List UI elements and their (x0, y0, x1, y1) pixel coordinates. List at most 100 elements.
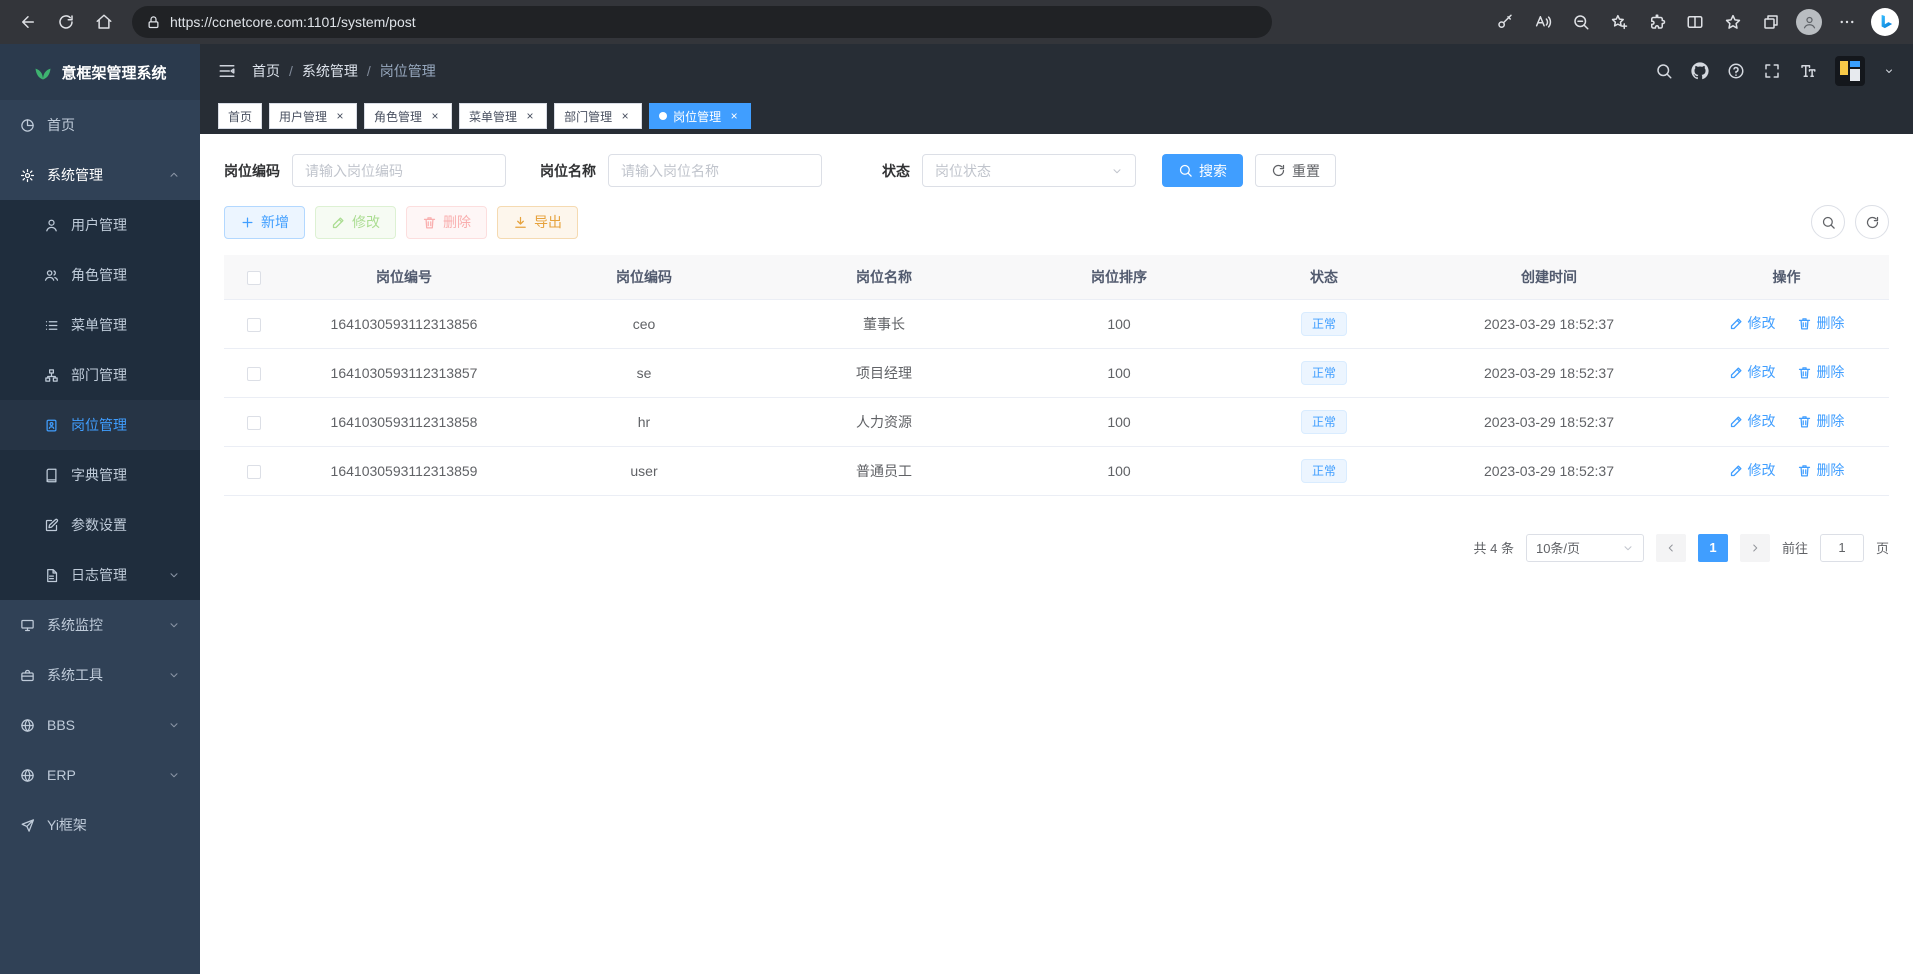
tab-close-icon[interactable]: × (618, 109, 632, 123)
sidebar-item-erp[interactable]: ERP (0, 750, 200, 800)
export-button[interactable]: 导出 (497, 206, 578, 239)
delete-button[interactable]: 删除 (406, 206, 487, 239)
header-search-button[interactable] (1655, 62, 1673, 80)
row-delete-link[interactable]: 删除 (1797, 362, 1844, 382)
row-delete-link[interactable]: 删除 (1797, 313, 1844, 333)
sidebar-collapse-button[interactable] (218, 62, 236, 80)
sidebar-item-home[interactable]: 首页 (0, 100, 200, 150)
sidebar-item-log-management[interactable]: 日志管理 (0, 550, 200, 600)
prev-page-button[interactable] (1656, 534, 1686, 562)
user-menu-caret[interactable] (1883, 65, 1895, 77)
tab-role-management[interactable]: 角色管理 × (364, 103, 452, 129)
table-row[interactable]: 1641030593112313859 user 普通员工 100 正常 202… (224, 446, 1889, 495)
row-checkbox[interactable] (247, 416, 261, 430)
row-edit-link[interactable]: 修改 (1729, 313, 1776, 333)
header-created-time: 创建时间 (1414, 255, 1684, 299)
row-edit-link[interactable]: 修改 (1729, 460, 1776, 480)
breadcrumb-home[interactable]: 首页 (252, 61, 280, 81)
sidebar-item-role-management[interactable]: 角色管理 (0, 250, 200, 300)
sidebar-item-system-tools[interactable]: 系统工具 (0, 650, 200, 700)
app-logo[interactable]: 意框架管理系统 (0, 44, 200, 100)
table-row[interactable]: 1641030593112313857 se 项目经理 100 正常 2023-… (224, 348, 1889, 397)
sidebar-item-post-management[interactable]: 岗位管理 (0, 400, 200, 450)
row-delete-link[interactable]: 删除 (1797, 411, 1844, 431)
sidebar-item-dept-management[interactable]: 部门管理 (0, 350, 200, 400)
tab-menu-management[interactable]: 菜单管理 × (459, 103, 547, 129)
sidebar-item-param-settings[interactable]: 参数设置 (0, 500, 200, 550)
tab-close-icon[interactable]: × (523, 109, 537, 123)
row-delete-link[interactable]: 删除 (1797, 460, 1844, 480)
extensions-button[interactable] (1639, 5, 1675, 39)
password-key-button[interactable] (1487, 5, 1523, 39)
user-menu[interactable] (1835, 56, 1865, 86)
split-screen-button[interactable] (1677, 5, 1713, 39)
browser-back-button[interactable] (10, 5, 46, 39)
breadcrumb: 首页 / 系统管理 / 岗位管理 (252, 61, 436, 81)
reset-button[interactable]: 重置 (1255, 154, 1336, 187)
add-button[interactable]: 新增 (224, 206, 305, 239)
help-button[interactable] (1727, 62, 1745, 80)
refresh-table-button[interactable] (1855, 205, 1889, 239)
tab-close-icon[interactable]: × (333, 109, 347, 123)
tab-label: 岗位管理 (673, 108, 721, 125)
sidebar-item-label: 首页 (47, 115, 75, 135)
tab-post-management[interactable]: 岗位管理 × (649, 103, 751, 129)
browser-home-button[interactable] (86, 5, 122, 39)
row-edit-link[interactable]: 修改 (1729, 411, 1776, 431)
post-name-input[interactable] (608, 154, 822, 187)
zoom-button[interactable] (1563, 5, 1599, 39)
search-button[interactable]: 搜索 (1162, 154, 1243, 187)
post-code-input[interactable] (292, 154, 506, 187)
collections-button[interactable] (1753, 5, 1789, 39)
page-size-select[interactable]: 10条/页 (1526, 534, 1644, 562)
sidebar-item-yi-framework[interactable]: Yi框架 (0, 800, 200, 850)
select-all-checkbox[interactable] (247, 271, 261, 285)
tab-close-icon[interactable]: × (727, 109, 741, 123)
fullscreen-button[interactable] (1763, 62, 1781, 80)
goto-page-input[interactable] (1820, 534, 1864, 562)
sidebar-item-bbs[interactable]: BBS (0, 700, 200, 750)
breadcrumb-system[interactable]: 系统管理 (302, 61, 358, 81)
status-select[interactable]: 岗位状态 (922, 154, 1136, 187)
status-badge: 正常 (1301, 361, 1347, 385)
favorite-page-button[interactable] (1601, 5, 1637, 39)
bing-button[interactable] (1867, 5, 1903, 39)
toggle-search-button[interactable] (1811, 205, 1845, 239)
app-title: 意框架管理系统 (61, 62, 166, 83)
tab-close-icon[interactable]: × (428, 109, 442, 123)
row-checkbox[interactable] (247, 465, 261, 479)
cell-post-name: 普通员工 (764, 446, 1004, 495)
table-row[interactable]: 1641030593112313858 hr 人力资源 100 正常 2023-… (224, 397, 1889, 446)
next-page-button[interactable] (1740, 534, 1770, 562)
sidebar: 意框架管理系统 首页 系统管理 用户管理 角色管理 (0, 44, 200, 974)
sidebar-item-dict-management[interactable]: 字典管理 (0, 450, 200, 500)
globe-icon (20, 768, 35, 783)
row-checkbox[interactable] (247, 367, 261, 381)
browser-refresh-button[interactable] (48, 5, 84, 39)
status-select-placeholder: 岗位状态 (935, 161, 991, 181)
modify-button[interactable]: 修改 (315, 206, 396, 239)
github-button[interactable] (1691, 62, 1709, 80)
favorites-bar-button[interactable] (1715, 5, 1751, 39)
sidebar-item-menu-management[interactable]: 菜单管理 (0, 300, 200, 350)
row-edit-link[interactable]: 修改 (1729, 362, 1776, 382)
main-area: 首页 / 系统管理 / 岗位管理 (200, 44, 1913, 974)
sidebar-item-system-management[interactable]: 系统管理 (0, 150, 200, 200)
breadcrumb-separator: / (367, 63, 371, 79)
tab-home[interactable]: 首页 (218, 103, 262, 129)
chevron-down-icon (168, 719, 180, 731)
tab-user-management[interactable]: 用户管理 × (269, 103, 357, 129)
read-aloud-button[interactable] (1525, 5, 1561, 39)
sidebar-item-user-management[interactable]: 用户管理 (0, 200, 200, 250)
browser-more-button[interactable] (1829, 5, 1865, 39)
chevron-down-icon (1111, 165, 1123, 177)
address-bar[interactable]: https://ccnetcore.com:1101/system/post (132, 6, 1272, 38)
sidebar-item-system-monitor[interactable]: 系统监控 (0, 600, 200, 650)
toolbox-icon (20, 668, 35, 683)
table-row[interactable]: 1641030593112313856 ceo 董事长 100 正常 2023-… (224, 299, 1889, 348)
page-number-button[interactable]: 1 (1698, 534, 1728, 562)
browser-profile-button[interactable] (1791, 5, 1827, 39)
row-checkbox[interactable] (247, 318, 261, 332)
tab-dept-management[interactable]: 部门管理 × (554, 103, 642, 129)
font-size-button[interactable] (1799, 62, 1817, 80)
